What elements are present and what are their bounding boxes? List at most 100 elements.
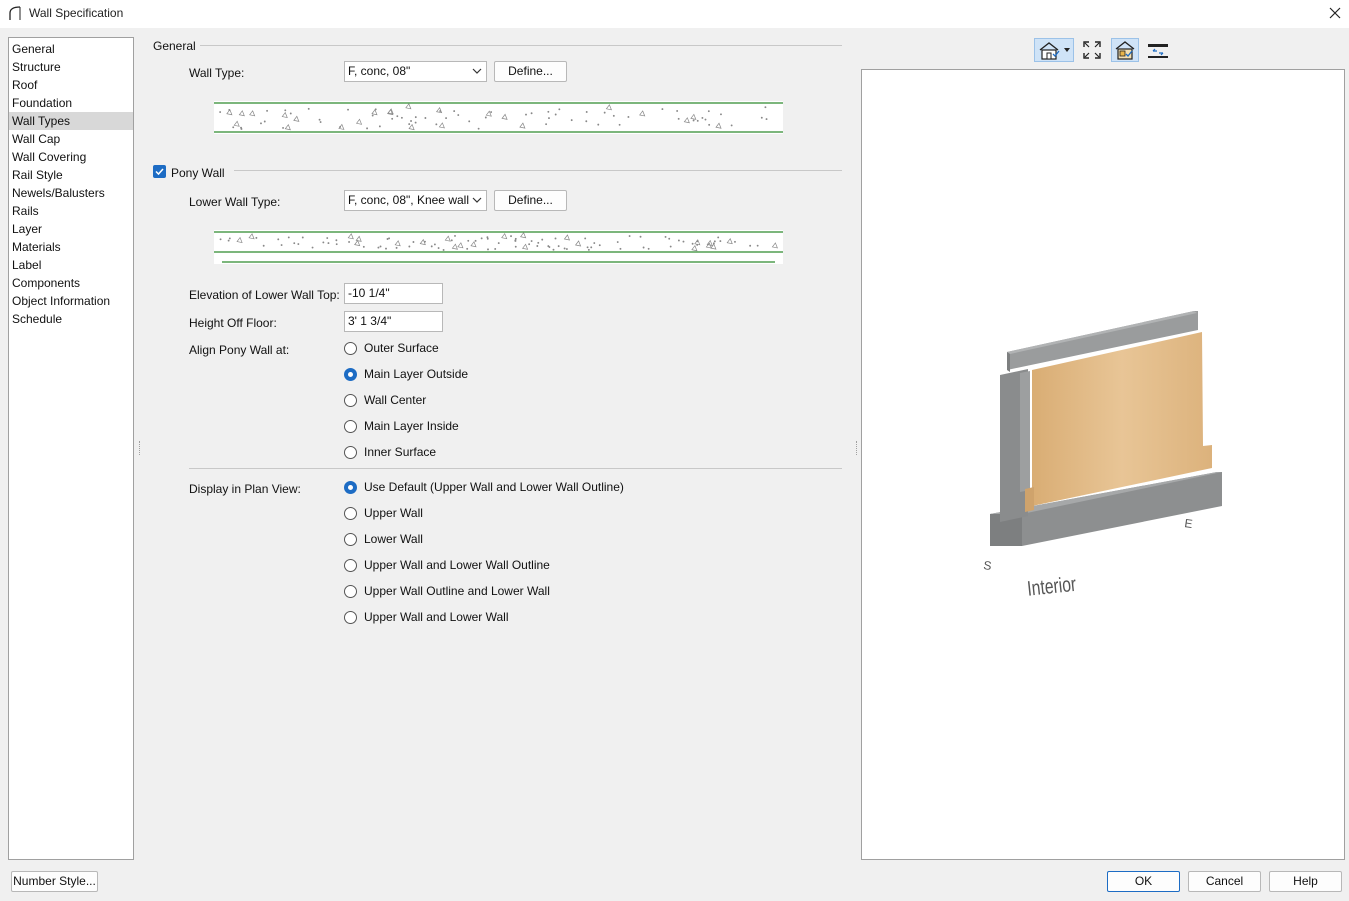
title-bar: Wall Specification [0,0,1349,28]
window-title: Wall Specification [29,6,124,20]
wall-type-combo[interactable]: F, conc, 08" [344,61,487,82]
radio-option-inner-surface[interactable]: Inner Surface [344,444,436,460]
radio-button[interactable] [344,584,357,598]
category-item-newels-balusters[interactable]: Newels/Balusters [9,184,133,202]
category-list[interactable]: General Structure Roof Foundation Wall Types… [8,37,134,860]
radio-label: Outer Surface [364,341,439,355]
fill-window-icon [1083,41,1101,59]
wall-type-preview [214,101,783,134]
elevation-lower-wall-top-label: Elevation of Lower Wall Top: [189,288,340,302]
number-style-button[interactable]: Number Style... [11,871,98,892]
wall-preview-toggle-button[interactable] [1111,38,1139,62]
category-item-wall-cap[interactable]: Wall Cap [9,130,133,148]
radio-button[interactable] [344,480,357,494]
radio-button[interactable] [344,419,357,433]
radio-label: Upper Wall Outline and Lower Wall [364,584,550,598]
pony-wall-group-divider [234,170,842,171]
radio-option-lower-wall[interactable]: Lower Wall [344,531,423,547]
wall-3d-preview-panel[interactable]: S E Interior [861,69,1345,860]
wall-3d-render: S E Interior [983,311,1222,601]
radio-button[interactable] [344,532,357,546]
radio-option-main-layer-outside[interactable]: Main Layer Outside [344,366,468,382]
category-item-materials[interactable]: Materials [9,238,133,256]
chevron-down-icon [472,197,482,203]
radio-button[interactable] [344,393,357,407]
lower-wall-type-define-button[interactable]: Define... [494,190,567,211]
display-plan-view-label: Display in Plan View: [189,482,301,496]
pony-wall-label[interactable]: Pony Wall [171,166,225,180]
knee-wall-hatch-graphic [214,231,783,263]
chevron-down-icon [472,68,482,74]
radio-button[interactable] [344,558,357,572]
preview-label-s: S [983,558,993,573]
lower-wall-type-combo[interactable]: F, conc, 08", Knee wall [344,190,487,211]
radio-option-main-layer-inside[interactable]: Main Layer Inside [344,418,459,434]
wall-type-label: Wall Type: [189,66,245,80]
app-arch-icon [9,6,21,20]
category-item-rail-style[interactable]: Rail Style [9,166,133,184]
align-pony-wall-label: Align Pony Wall at: [189,343,290,357]
category-item-wall-types[interactable]: Wall Types [9,112,133,130]
radio-option-wall-center[interactable]: Wall Center [344,392,426,408]
radio-option-outer-surface[interactable]: Outer Surface [344,340,439,356]
house-view-button[interactable] [1034,38,1074,62]
radio-label: Use Default (Upper Wall and Lower Wall O… [364,480,624,494]
radio-option-upper-wall-and-lower-wall[interactable]: Upper Wall and Lower Wall [344,609,509,625]
help-button[interactable]: Help [1269,871,1342,892]
category-item-components[interactable]: Components [9,274,133,292]
height-off-floor-input[interactable]: 3' 1 3/4" [344,311,443,332]
left-splitter-grip[interactable] [139,441,142,455]
radio-label: Upper Wall [364,506,423,520]
category-item-object-information[interactable]: Object Information [9,292,133,310]
concrete-hatch-graphic [214,102,783,133]
category-item-label[interactable]: Label [9,256,133,274]
radio-label: Main Layer Inside [364,419,459,433]
lower-wall-type-preview [214,230,783,264]
radio-option-use-default-upper-wall-and-lower-wall-outline-[interactable]: Use Default (Upper Wall and Lower Wall O… [344,479,624,495]
radio-label: Wall Center [364,393,427,407]
checkmark-icon [155,168,164,176]
close-button[interactable] [1321,0,1349,26]
swap-sides-button[interactable] [1146,38,1170,62]
elevation-lower-wall-top-input[interactable]: -10 1/4" [344,283,443,304]
radio-button[interactable] [344,445,357,459]
height-off-floor-label: Height Off Floor: [189,316,277,330]
wall-preview-icon [1115,41,1135,60]
radio-label: Lower Wall [364,532,423,546]
category-item-layer[interactable]: Layer [9,220,133,238]
category-item-roof[interactable]: Roof [9,76,133,94]
radio-button[interactable] [344,367,357,381]
category-item-structure[interactable]: Structure [9,58,133,76]
category-item-schedule[interactable]: Schedule [9,310,133,328]
radio-label: Upper Wall and Lower Wall Outline [364,558,550,572]
radio-label: Inner Surface [364,445,437,459]
preview-label-interior: Interior [1026,572,1077,601]
pony-wall-checkbox[interactable] [153,165,166,178]
radio-option-upper-wall[interactable]: Upper Wall [344,505,423,521]
general-group-label: General [153,39,196,53]
right-splitter-grip[interactable] [856,441,859,455]
radio-option-upper-wall-outline-and-lower-wall[interactable]: Upper Wall Outline and Lower Wall [344,583,550,599]
display-divider [189,468,842,469]
category-item-rails[interactable]: Rails [9,202,133,220]
radio-label: Upper Wall and Lower Wall [364,610,509,624]
category-item-wall-covering[interactable]: Wall Covering [9,148,133,166]
ok-button[interactable]: OK [1107,871,1180,892]
wall-type-define-button[interactable]: Define... [494,61,567,82]
close-icon [1329,7,1341,19]
fill-window-button[interactable] [1080,38,1104,62]
wall-type-value: F, conc, 08" [348,64,411,78]
lower-wall-type-value: F, conc, 08", Knee wall [348,193,469,207]
radio-button[interactable] [344,610,357,624]
radio-option-upper-wall-and-lower-wall-outline[interactable]: Upper Wall and Lower Wall Outline [344,557,550,573]
house-view-icon [1039,42,1070,60]
cancel-button[interactable]: Cancel [1188,871,1261,892]
radio-button[interactable] [344,506,357,520]
preview-label-e: E [1184,516,1194,531]
category-item-general[interactable]: General [9,40,133,58]
radio-button[interactable] [344,341,357,355]
lower-wall-type-label: Lower Wall Type: [189,195,281,209]
general-group-divider [200,45,842,46]
radio-label: Main Layer Outside [364,367,469,381]
category-item-foundation[interactable]: Foundation [9,94,133,112]
